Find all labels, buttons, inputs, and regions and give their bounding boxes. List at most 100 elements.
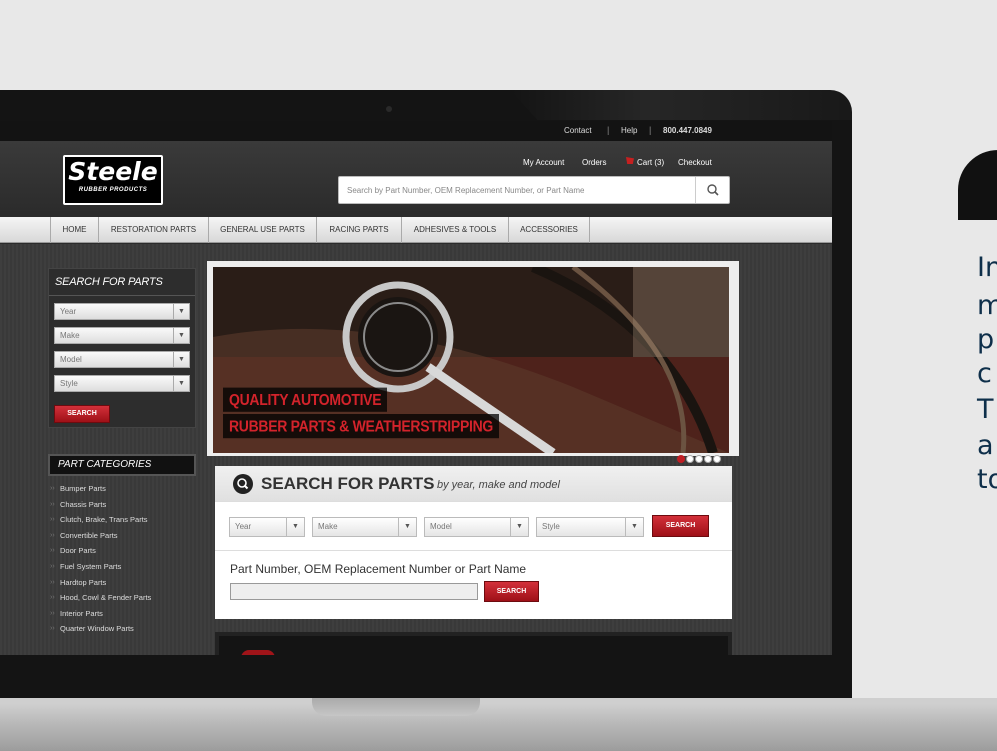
chevron-down-icon: ▼ <box>398 518 416 536</box>
side-text-line-4: c <box>977 358 992 389</box>
slider-dot[interactable] <box>713 455 721 463</box>
separator: | <box>649 125 652 135</box>
category-item[interactable]: ›› Door Parts <box>48 543 196 559</box>
model-dropdown[interactable]: Model ▼ <box>424 517 529 537</box>
cart-link[interactable]: Cart (3) <box>637 158 664 167</box>
side-text-line-1: In <box>977 252 997 283</box>
base-lip <box>0 698 997 704</box>
chevron-down-icon: ▼ <box>625 518 643 536</box>
style-dropdown-value: Style <box>542 522 560 531</box>
cart-icon[interactable] <box>626 157 634 164</box>
category-item[interactable]: ›› Chassis Parts <box>48 497 196 513</box>
make-dropdown-value: Make <box>318 522 338 531</box>
category-label: Convertible Parts <box>60 530 118 540</box>
promo-banner[interactable] <box>215 632 732 655</box>
year-dropdown-value: Year <box>235 522 252 531</box>
slider-dot[interactable] <box>686 455 694 463</box>
nav-accessories[interactable]: ACCESSORIES <box>508 217 590 243</box>
hero-slider: QUALITY AUTOMOTIVE RUBBER PARTS & WEATHE… <box>207 261 739 463</box>
logo-brand: Steele <box>68 157 158 186</box>
make-dropdown[interactable]: Make ▼ <box>312 517 417 537</box>
side-text-line-3: p <box>977 324 995 355</box>
category-item[interactable]: ›› Hardtop Parts <box>48 575 196 591</box>
hero-line-2: RUBBER PARTS & WEATHERSTRIPPING <box>223 414 499 439</box>
help-link[interactable]: Help <box>621 126 637 135</box>
site-search <box>338 176 730 204</box>
chevron-down-icon: ▼ <box>173 376 189 391</box>
make-select-value: Make <box>60 331 80 340</box>
hero-line-1: QUALITY AUTOMOTIVE <box>223 387 388 412</box>
search-input[interactable] <box>339 177 694 203</box>
category-item[interactable]: ›› Convertible Parts <box>48 528 196 544</box>
main-search-panel: SEARCH FOR PARTS by year, make and model… <box>215 466 732 619</box>
laptop-screen: Contact | Help | 800.447.0849 Steele RUB… <box>0 121 832 655</box>
category-item[interactable]: ›› Fuel System Parts <box>48 559 196 575</box>
style-select-value: Style <box>60 379 78 388</box>
my-account-link[interactable]: My Account <box>523 158 564 167</box>
category-label: Door Parts <box>60 546 96 556</box>
part-search-button[interactable]: SEARCH <box>484 581 539 602</box>
search-icon <box>707 184 719 196</box>
site-header: Steele RUBBER PRODUCTS My Account Orders… <box>0 141 832 211</box>
chevron-down-icon: ▼ <box>173 352 189 367</box>
contact-link[interactable]: Contact <box>564 126 592 135</box>
category-item[interactable]: ›› Bumper Parts <box>48 481 196 497</box>
style-dropdown[interactable]: Style ▼ <box>536 517 644 537</box>
laptop-base <box>0 698 997 751</box>
sidebar-search-title: SEARCH FOR PARTS <box>49 269 195 296</box>
model-select[interactable]: Model ▼ <box>54 351 190 368</box>
main-search-title: SEARCH FOR PARTS <box>261 474 435 493</box>
part-categories: PART CATEGORIES ›› Bumper Parts ›› Chassis… <box>48 454 196 655</box>
chevron-down-icon: ▼ <box>173 304 189 319</box>
year-select-value: Year <box>60 307 77 316</box>
quote-mark-icon <box>958 150 997 220</box>
category-item[interactable]: ›› Clutch, Brake, Trans Parts <box>48 512 196 528</box>
trackpad-notch <box>312 698 480 716</box>
categories-list: ›› Bumper Parts ›› Chassis Parts ›› Clutch,… <box>48 481 196 637</box>
chevron-right-icon: ›› <box>50 625 55 633</box>
search-button[interactable] <box>695 177 729 203</box>
phone-number[interactable]: 800.447.0849 <box>663 126 712 135</box>
category-item[interactable]: ›› Quarter Window Parts <box>48 621 196 637</box>
checkout-link[interactable]: Checkout <box>678 158 712 167</box>
nav-adhesives-tools[interactable]: ADHESIVES & TOOLS <box>401 217 508 243</box>
category-label: Bumper Parts <box>60 484 106 493</box>
main-search-subtitle: by year, make and model <box>437 479 560 491</box>
nav-home[interactable]: HOME <box>50 217 98 243</box>
slider-dot[interactable] <box>704 455 712 463</box>
year-select[interactable]: Year ▼ <box>54 303 190 320</box>
steele-logo[interactable]: Steele RUBBER PRODUCTS <box>63 155 163 205</box>
promo-badge <box>241 650 275 655</box>
slider-dot[interactable] <box>695 455 703 463</box>
chevron-right-icon: ›› <box>50 485 55 492</box>
nav-restoration-parts[interactable]: RESTORATION PARTS <box>98 217 208 243</box>
side-text-line-2: m <box>977 290 997 321</box>
main-search-button[interactable]: SEARCH <box>652 515 709 537</box>
part-number-label: Part Number, OEM Replacement Number or P… <box>230 562 527 576</box>
year-dropdown[interactable]: Year ▼ <box>229 517 305 537</box>
nav-general-use-parts[interactable]: GENERAL USE PARTS <box>208 217 316 243</box>
side-text-line-6: a <box>977 430 994 461</box>
webcam <box>386 106 392 112</box>
category-item[interactable]: ›› Hood, Cowl & Fender Parts <box>48 590 196 606</box>
main-search-header: SEARCH FOR PARTS by year, make and model <box>215 466 732 502</box>
utility-bar: Contact | Help | 800.447.0849 <box>0 121 832 141</box>
slider-dot[interactable] <box>677 455 685 463</box>
sidebar-search-button[interactable]: SEARCH <box>54 405 110 423</box>
sidebar-search-panel: SEARCH FOR PARTS Year ▼ Make ▼ Model ▼ Styl… <box>48 268 196 428</box>
part-number-input[interactable] <box>230 583 478 600</box>
category-label: Hood, Cowl & Fender Parts <box>60 593 152 603</box>
logo-tagline: RUBBER PRODUCTS <box>78 187 148 193</box>
style-select[interactable]: Style ▼ <box>54 375 190 392</box>
nav-racing-parts[interactable]: RACING PARTS <box>316 217 401 243</box>
orders-link[interactable]: Orders <box>582 158 606 167</box>
make-select[interactable]: Make ▼ <box>54 327 190 344</box>
page-content: SEARCH FOR PARTS Year ▼ Make ▼ Model ▼ Styl… <box>0 244 832 655</box>
model-dropdown-value: Model <box>430 522 452 531</box>
hero-image[interactable]: QUALITY AUTOMOTIVE RUBBER PARTS & WEATHE… <box>213 267 729 453</box>
model-select-value: Model <box>60 355 82 364</box>
category-item[interactable]: ›› Interior Parts <box>48 606 196 622</box>
category-label: Fuel System Parts <box>60 561 122 571</box>
chevron-right-icon: ›› <box>50 578 55 586</box>
category-label: Quarter Window Parts <box>60 624 134 634</box>
